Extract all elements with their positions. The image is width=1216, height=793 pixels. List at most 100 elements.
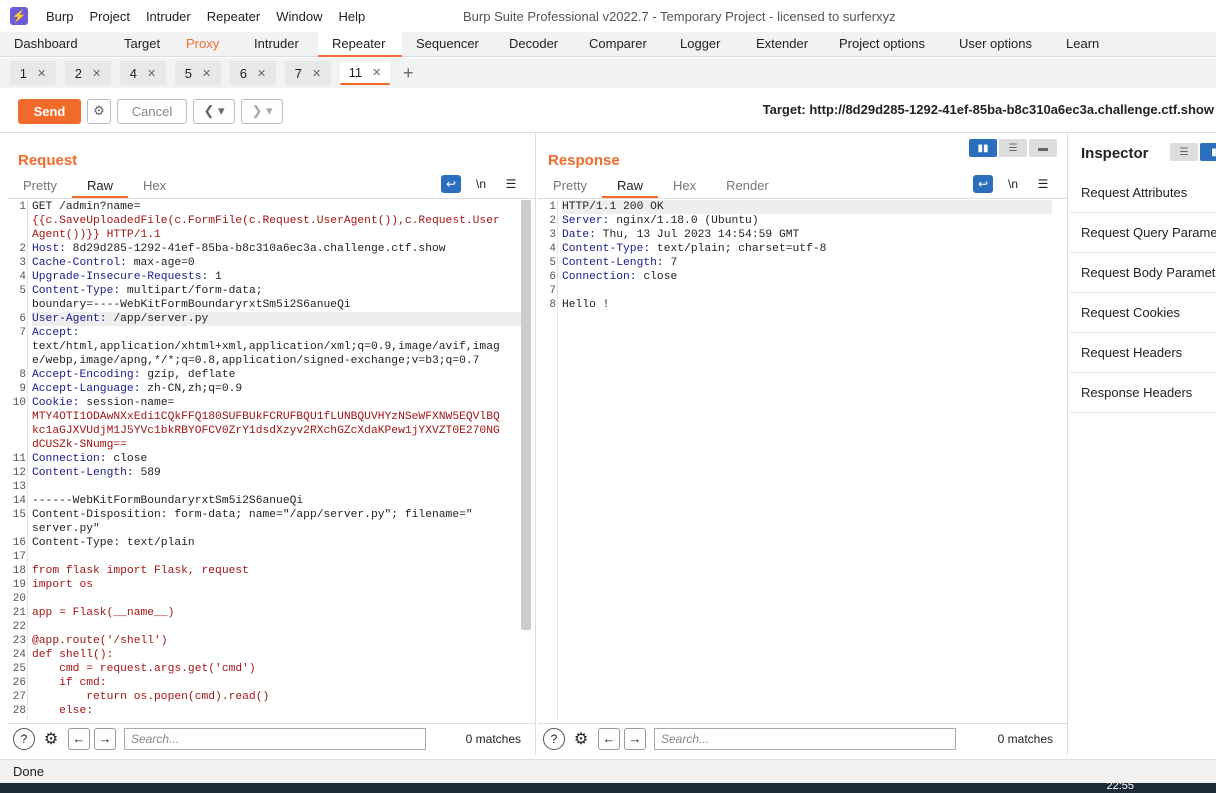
inspector-response-headers[interactable]: Response Headers <box>1070 373 1216 413</box>
tab-proxy[interactable]: Proxy <box>172 32 240 57</box>
tab-dashboard[interactable]: Dashboard <box>0 32 110 57</box>
line-number: 17 <box>12 551 26 563</box>
tab-pretty[interactable]: Pretty <box>8 175 72 198</box>
arrow-right-icon[interactable]: → <box>624 727 646 750</box>
code-line: Connection: close <box>562 271 678 283</box>
repeater-tab-4[interactable]: 4 ✕ <box>120 61 166 85</box>
inspector-list: Request Attributes Request Query Paramet… <box>1070 173 1216 413</box>
code-line: HTTP/1.1 200 OK <box>562 200 1052 214</box>
split-vertical-icon[interactable]: ☰ <box>999 139 1027 157</box>
inspector-request-headers[interactable]: Request Headers <box>1070 333 1216 373</box>
back-button[interactable]: ❮ ▾ <box>193 98 235 124</box>
code-line: Content-Type: text/plain; charset=utf-8 <box>562 243 827 255</box>
menu-repeater[interactable]: Repeater <box>199 9 268 24</box>
code-line: {{c.SaveUploadedFile(c.FormFile(c.Reques… <box>32 215 500 227</box>
arrow-left-icon[interactable]: ← <box>68 727 90 750</box>
tab-label: 6 <box>239 65 247 81</box>
tab-project-options[interactable]: Project options <box>825 32 945 57</box>
code-line: return os.popen(cmd).read() <box>32 691 270 703</box>
tab-pretty[interactable]: Pretty <box>538 175 602 198</box>
menu-help[interactable]: Help <box>330 9 373 24</box>
forward-button[interactable]: ❯ ▾ <box>241 98 283 124</box>
wrap-lines-icon[interactable]: ↩ <box>441 175 461 193</box>
close-icon[interactable]: ✕ <box>37 67 46 80</box>
line-gutter: 1 2 3 4 5 6 7 8 9 10 11 12 13 14 15 16 17 18 19 20 21 22 23 24 2… <box>8 200 28 720</box>
match-count: 0 matches <box>465 731 521 746</box>
tab-target[interactable]: Target <box>110 32 172 57</box>
gear-icon[interactable]: ⚙ <box>570 728 592 750</box>
single-pane-icon[interactable]: ▬ <box>1029 139 1057 157</box>
menu-intruder[interactable]: Intruder <box>138 9 199 24</box>
split-horizontal-icon[interactable]: ▮▮ <box>969 139 997 157</box>
menu-burp[interactable]: Burp <box>38 9 81 24</box>
request-editor[interactable]: 1 2 3 4 5 6 7 8 9 10 11 12 13 14 15 16 17 18 19 20 21 22 23 24 2… <box>8 200 523 720</box>
line-number: 15 <box>12 509 26 521</box>
repeater-tab-7[interactable]: 7 ✕ <box>285 61 331 85</box>
tab-decoder[interactable]: Decoder <box>495 32 575 57</box>
tab-hex[interactable]: Hex <box>128 175 181 198</box>
tab-user-options[interactable]: User options <box>945 32 1052 57</box>
tab-logger[interactable]: Logger <box>666 32 742 57</box>
gear-icon[interactable]: ⚙ <box>87 98 111 124</box>
search-input[interactable]: Search... <box>124 727 426 750</box>
tab-repeater[interactable]: Repeater <box>318 32 402 57</box>
menu-window[interactable]: Window <box>268 9 330 24</box>
code-line: ------WebKitFormBoundaryrxtSm5i2S6anueQi <box>32 495 304 507</box>
tab-comparer[interactable]: Comparer <box>575 32 666 57</box>
inspector-request-body-parameters[interactable]: Request Body Parameters <box>1070 253 1216 293</box>
tab-extender[interactable]: Extender <box>742 32 825 57</box>
tab-intruder[interactable]: Intruder <box>240 32 318 57</box>
help-icon[interactable]: ? <box>543 727 565 750</box>
close-icon[interactable]: ✕ <box>372 66 381 79</box>
tab-hex[interactable]: Hex <box>658 175 711 198</box>
repeater-tab-2[interactable]: 2 ✕ <box>65 61 111 85</box>
newline-icon[interactable]: \n <box>471 175 491 193</box>
inspector-request-query-parameters[interactable]: Request Query Parameters <box>1070 213 1216 253</box>
arrow-left-icon[interactable]: ← <box>598 727 620 750</box>
line-number: 4 <box>549 243 556 255</box>
response-editor[interactable]: 1 2 3 4 5 6 7 8 HTTP/1.1 200 OK Server: nginx/1.… <box>538 200 1053 720</box>
help-icon[interactable]: ? <box>13 727 35 750</box>
scrollbar[interactable] <box>521 200 531 630</box>
line-number: 4 <box>19 271 26 283</box>
tab-sequencer[interactable]: Sequencer <box>402 32 495 57</box>
wrap-lines-icon[interactable]: ↩ <box>973 175 993 193</box>
menu-icon[interactable]: ☰ <box>1033 175 1053 193</box>
close-icon[interactable]: ✕ <box>202 67 211 80</box>
menu-icon[interactable]: ☰ <box>501 175 521 193</box>
tab-raw[interactable]: Raw <box>71 175 128 198</box>
repeater-tab-5[interactable]: 5 ✕ <box>175 61 221 85</box>
send-button[interactable]: Send <box>18 98 81 124</box>
line-number: 23 <box>12 635 26 647</box>
repeater-tab-11[interactable]: 11 ✕ <box>340 61 390 85</box>
inspector-request-attributes[interactable]: Request Attributes <box>1070 173 1216 213</box>
list-view-icon[interactable]: ☰ <box>1170 143 1198 161</box>
response-panel: ▮▮ ☰ ▬ Response Pretty Raw Hex Render ↩ … <box>538 133 1068 755</box>
tab-learn[interactable]: Learn <box>1052 32 1112 57</box>
inspector-request-cookies[interactable]: Request Cookies <box>1070 293 1216 333</box>
line-number: 1 <box>549 201 556 213</box>
line-number: 19 <box>12 579 26 591</box>
line-number: 2 <box>19 243 26 255</box>
search-input[interactable]: Search... <box>654 727 956 750</box>
repeater-tab-6[interactable]: 6 ✕ <box>230 61 276 85</box>
code-lines: GET /admin?name= {{c.SaveUploadedFile(c.F… <box>32 200 522 718</box>
chevron-left-icon: ❮ ▾ <box>203 103 225 118</box>
tab-raw[interactable]: Raw <box>601 175 658 198</box>
repeater-tab-1[interactable]: 1 ✕ <box>10 61 56 85</box>
panel-view-icon[interactable]: ▮ <box>1200 143 1216 161</box>
add-tab-icon[interactable]: + <box>403 63 414 84</box>
close-icon[interactable]: ✕ <box>257 67 266 80</box>
tab-render[interactable]: Render <box>711 175 784 198</box>
cancel-button[interactable]: Cancel <box>117 98 187 124</box>
close-icon[interactable]: ✕ <box>312 67 321 80</box>
close-icon[interactable]: ✕ <box>92 67 101 80</box>
code-line: Accept: <box>32 327 80 339</box>
menu-project[interactable]: Project <box>81 9 137 24</box>
arrow-right-icon[interactable]: → <box>94 727 116 750</box>
gear-icon[interactable]: ⚙ <box>40 728 62 750</box>
newline-icon[interactable]: \n <box>1003 175 1023 193</box>
close-icon[interactable]: ✕ <box>147 67 156 80</box>
